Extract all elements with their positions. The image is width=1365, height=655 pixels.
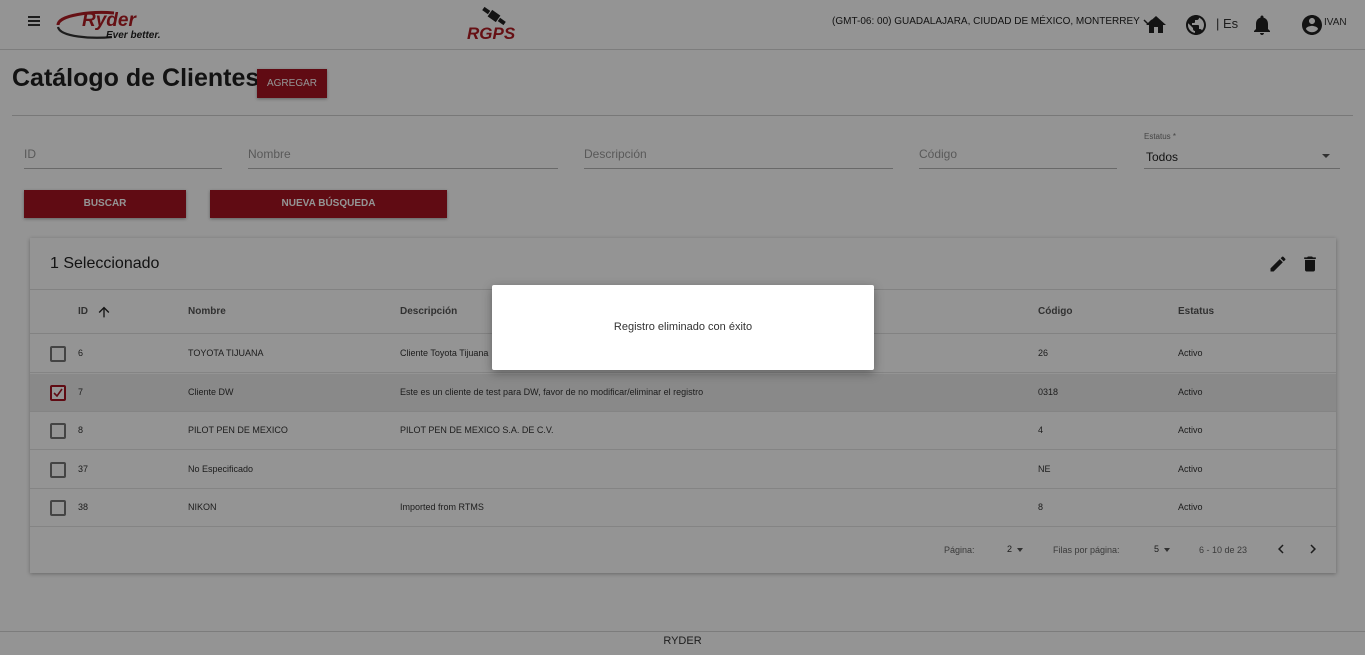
dialog-message: Registro eliminado con éxito bbox=[613, 321, 753, 333]
success-dialog: Registro eliminado con éxito bbox=[492, 285, 874, 370]
